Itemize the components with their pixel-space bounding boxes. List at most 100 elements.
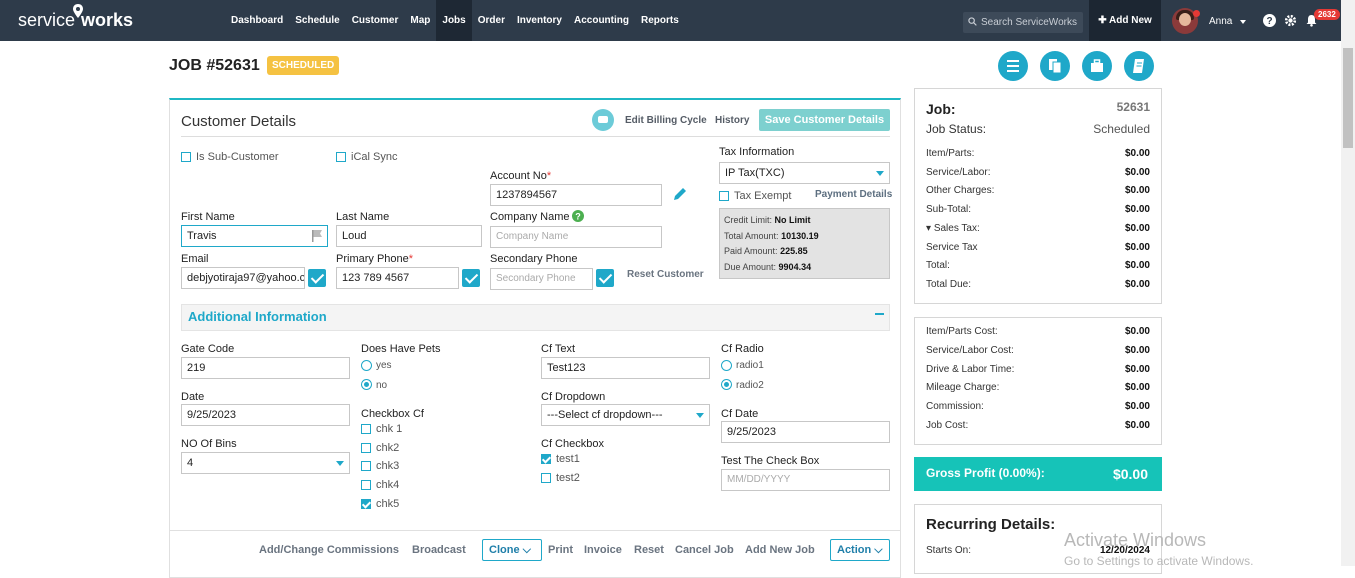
summary-row-label: Service Tax: [926, 242, 978, 253]
chk4-checkbox[interactable]: [361, 480, 371, 490]
add-change-commissions-link[interactable]: Add/Change Commissions: [259, 544, 399, 556]
page-scrollbar[interactable]: [1341, 0, 1355, 566]
ical-sync-checkbox[interactable]: [336, 152, 346, 162]
secondary-phone-checkbox[interactable]: [596, 269, 614, 287]
broadcast-link[interactable]: Broadcast: [412, 544, 466, 556]
servicework-logo[interactable]: service works: [18, 4, 133, 34]
chk1-checkbox[interactable]: [361, 424, 371, 434]
action-dropdown-button[interactable]: Action ⌵: [830, 539, 890, 561]
nav-accounting[interactable]: Accounting: [568, 0, 635, 41]
bins-select[interactable]: 4: [181, 452, 350, 474]
help-icon[interactable]: ?: [1263, 14, 1276, 27]
company-name-field[interactable]: Company Name: [490, 226, 662, 248]
tax-exempt-label: Tax Exempt: [734, 190, 792, 202]
collapse-minus-icon[interactable]: [875, 313, 884, 315]
documents-button[interactable]: [1040, 51, 1070, 81]
save-customer-details-button[interactable]: Save Customer Details: [759, 109, 890, 131]
cf-date-label: Cf Date: [721, 408, 759, 420]
add-new-job-link[interactable]: Add New Job: [745, 544, 815, 556]
help-circle-icon[interactable]: ?: [572, 210, 584, 222]
sales-tax-toggle[interactable]: ▾ Sales Tax:: [926, 223, 980, 234]
email-field[interactable]: debjyotiraja97@yahoo.com: [181, 267, 305, 289]
date-field[interactable]: 9/25/2023: [181, 404, 350, 426]
is-sub-customer-checkbox[interactable]: [181, 152, 191, 162]
clone-dropdown-button[interactable]: Clone ⌵: [482, 539, 542, 561]
print-link[interactable]: Print: [548, 544, 573, 556]
bins-label: NO Of Bins: [181, 438, 237, 450]
summary-status-label: Job Status:: [926, 122, 987, 136]
nav-map[interactable]: Map: [404, 0, 436, 41]
test2-checkbox[interactable]: [541, 473, 551, 483]
user-name[interactable]: Anna: [1209, 16, 1232, 27]
gate-code-field[interactable]: 219: [181, 357, 350, 379]
nav-schedule[interactable]: Schedule: [289, 0, 345, 41]
ical-sync-label: iCal Sync: [351, 151, 398, 163]
pets-label: Does Have Pets: [361, 343, 441, 355]
edit-pencil-icon[interactable]: [672, 186, 688, 202]
add-new-button[interactable]: ✚ Add New: [1089, 0, 1161, 41]
cf-text-label: Cf Text: [541, 343, 576, 355]
chk3-checkbox[interactable]: [361, 461, 371, 471]
test1-label: test1: [556, 453, 580, 465]
primary-phone-checkbox[interactable]: [462, 269, 480, 287]
cf-text-field[interactable]: Test123: [541, 357, 710, 379]
account-no-field[interactable]: 1237894567: [490, 184, 662, 206]
tax-select[interactable]: IP Tax(TXC): [719, 162, 890, 184]
summary-row-label: Sub-Total:: [926, 204, 972, 215]
invoice-link[interactable]: Invoice: [584, 544, 622, 556]
list-action-button[interactable]: [998, 51, 1028, 81]
first-name-label: First Name: [181, 211, 235, 223]
search-placeholder: Search ServiceWorks: [981, 17, 1077, 28]
first-name-field[interactable]: Travis: [181, 225, 328, 247]
chk2-label: chk2: [376, 442, 400, 454]
radio1-radio[interactable]: [721, 360, 732, 371]
nav-customer[interactable]: Customer: [346, 0, 405, 41]
test1-checkbox[interactable]: [541, 454, 551, 464]
payment-details-link[interactable]: Payment Details: [815, 189, 892, 200]
nav-order[interactable]: Order: [472, 0, 511, 41]
briefcase-button[interactable]: [1082, 51, 1112, 81]
tax-exempt-checkbox[interactable]: [719, 191, 729, 201]
user-menu-caret-icon[interactable]: [1240, 20, 1246, 24]
nav-reports[interactable]: Reports: [635, 0, 685, 41]
email-checkbox[interactable]: [308, 269, 326, 287]
recurring-title: Recurring Details:: [926, 516, 1056, 533]
notes-button[interactable]: [1124, 51, 1154, 81]
test-check-date-field[interactable]: MM/DD/YYYY: [721, 469, 890, 491]
chat-icon: [598, 116, 608, 123]
gear-icon[interactable]: [1284, 14, 1297, 27]
edit-billing-cycle-link[interactable]: Edit Billing Cycle: [625, 115, 707, 126]
tax-information-label: Tax Information: [719, 146, 795, 158]
reset-link[interactable]: Reset: [634, 544, 664, 556]
documents-icon: [1049, 59, 1062, 74]
summary-row-value: $0.00: [1124, 185, 1150, 196]
flag-icon[interactable]: [310, 229, 324, 243]
nav-dashboard[interactable]: Dashboard: [225, 0, 289, 41]
radio2-radio[interactable]: [721, 379, 732, 390]
pets-yes-radio[interactable]: [361, 360, 372, 371]
search-input[interactable]: Search ServiceWorks: [963, 12, 1083, 33]
list-icon: [1007, 60, 1019, 72]
pets-no-radio[interactable]: [361, 379, 372, 390]
gross-profit-bar: Gross Profit (0.00%): $0.00: [914, 457, 1162, 491]
company-name-label: Company Name: [490, 211, 570, 223]
summary-row-label: Total:: [926, 260, 950, 271]
nav-jobs[interactable]: Jobs: [436, 0, 472, 41]
summary-row-label: Sales Tax:: [933, 223, 980, 234]
cost-row-label: Drive & Labor Time:: [926, 364, 1015, 375]
chk5-checkbox[interactable]: [361, 499, 371, 509]
reset-customer-link[interactable]: Reset Customer: [627, 269, 704, 280]
history-link[interactable]: History: [715, 115, 749, 126]
cancel-job-link[interactable]: Cancel Job: [675, 544, 734, 556]
primary-phone-field[interactable]: 123 789 4567: [336, 267, 459, 289]
secondary-phone-field[interactable]: Secondary Phone: [490, 268, 593, 290]
chat-button[interactable]: [592, 109, 614, 131]
cf-dropdown-select[interactable]: ---Select cf dropdown---: [541, 404, 710, 426]
chk2-checkbox[interactable]: [361, 443, 371, 453]
summary-row-label: Other Charges:: [926, 185, 995, 196]
scrollbar-thumb[interactable]: [1343, 48, 1353, 148]
last-name-field[interactable]: Loud: [336, 225, 482, 247]
cf-date-field[interactable]: 9/25/2023: [721, 421, 890, 443]
clone-label: Clone: [489, 544, 520, 556]
nav-inventory[interactable]: Inventory: [511, 0, 568, 41]
